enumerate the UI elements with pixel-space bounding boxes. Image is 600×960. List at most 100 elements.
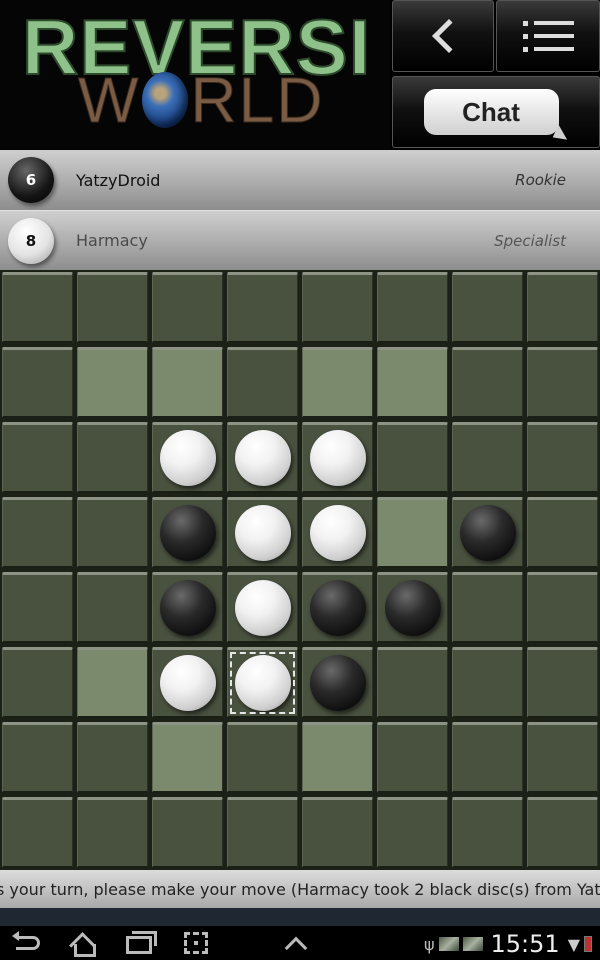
board-square-r5c4[interactable] [302, 647, 373, 718]
clock: 15:51 [490, 930, 560, 958]
menu-button[interactable] [496, 0, 600, 72]
board-square-r4c2[interactable] [152, 572, 223, 643]
board-square-r4c1[interactable] [77, 572, 148, 643]
board-square-r5c5[interactable] [377, 647, 448, 718]
board-square-r7c1[interactable] [77, 797, 148, 868]
white-score-disc: 8 [8, 217, 54, 264]
board-square-r7c7[interactable] [527, 797, 598, 868]
board-square-r5c7[interactable] [527, 647, 598, 718]
board-square-r0c6[interactable] [452, 272, 523, 343]
white-disc [234, 505, 291, 561]
board-square-r7c4[interactable] [302, 797, 373, 868]
black-disc [309, 655, 366, 711]
board-square-r2c2[interactable] [152, 422, 223, 493]
board-square-r7c5[interactable] [377, 797, 448, 868]
board-square-r2c4[interactable] [302, 422, 373, 493]
white-disc [159, 655, 216, 711]
board-square-r6c1[interactable] [77, 722, 148, 793]
board-square-r0c3[interactable] [227, 272, 298, 343]
app-header: REVERSI W RLD Chat [0, 0, 600, 150]
board-square-r0c1[interactable] [77, 272, 148, 343]
board-square-r6c5[interactable] [377, 722, 448, 793]
board-square-r1c2[interactable] [152, 347, 223, 418]
board-square-r5c6[interactable] [452, 647, 523, 718]
nav-expand-button[interactable] [284, 932, 308, 960]
board-square-r3c6[interactable] [452, 497, 523, 568]
board-square-r6c7[interactable] [527, 722, 598, 793]
board-square-r1c0[interactable] [2, 347, 73, 418]
black-player-name: YatzyDroid [76, 170, 161, 190]
board-square-r4c7[interactable] [527, 572, 598, 643]
white-score: 8 [25, 231, 37, 250]
nav-recent-apps-button[interactable] [126, 931, 157, 954]
board-square-r2c3[interactable] [227, 422, 298, 493]
board-square-r1c1[interactable] [77, 347, 148, 418]
board-square-r6c0[interactable] [2, 722, 73, 793]
black-disc [459, 505, 516, 561]
reversi-world-logo: REVERSI W RLD [0, 0, 390, 150]
status-area[interactable]: ψ 15:51 ▼ [424, 930, 592, 958]
board-square-r6c4[interactable] [302, 722, 373, 793]
logo-letters-rld: RLD [190, 64, 325, 136]
board-square-r0c5[interactable] [377, 272, 448, 343]
board-square-r2c1[interactable] [77, 422, 148, 493]
board-square-r2c0[interactable] [2, 422, 73, 493]
board-square-r0c4[interactable] [302, 272, 373, 343]
globe-icon [142, 72, 189, 128]
logo-letter-w: W [77, 64, 141, 136]
board-square-r3c5[interactable] [377, 497, 448, 568]
black-score: 6 [25, 171, 37, 189]
board-square-r1c4[interactable] [302, 347, 373, 418]
usb-icon: ψ [423, 934, 435, 954]
board-square-r2c5[interactable] [377, 422, 448, 493]
board-square-r7c3[interactable] [227, 797, 298, 868]
nav-screenshot-button[interactable] [184, 932, 208, 954]
board-square-r4c3[interactable] [227, 572, 298, 643]
board-square-r1c7[interactable] [527, 347, 598, 418]
board-square-r3c0[interactable] [2, 497, 73, 568]
recent-apps-icon [126, 931, 157, 954]
expand-up-icon [284, 936, 308, 960]
board-square-r1c5[interactable] [377, 347, 448, 418]
back-button[interactable] [392, 0, 494, 72]
board-square-r6c6[interactable] [452, 722, 523, 793]
board-square-r3c7[interactable] [527, 497, 598, 568]
board-square-r2c6[interactable] [452, 422, 523, 493]
board-square-r7c0[interactable] [2, 797, 73, 868]
back-icon [12, 931, 40, 950]
board-square-r4c6[interactable] [452, 572, 523, 643]
board-square-r6c3[interactable] [227, 722, 298, 793]
black-disc [309, 580, 366, 636]
board-square-r0c0[interactable] [2, 272, 73, 343]
chat-button[interactable]: Chat [392, 76, 600, 148]
board-square-r7c6[interactable] [452, 797, 523, 868]
nav-home-button[interactable] [68, 932, 96, 957]
board-square-r4c5[interactable] [377, 572, 448, 643]
board-square-r3c2[interactable] [152, 497, 223, 568]
board-square-r5c2[interactable] [152, 647, 223, 718]
board-square-r4c4[interactable] [302, 572, 373, 643]
nav-back-button[interactable] [12, 931, 40, 950]
board-square-r3c3[interactable] [227, 497, 298, 568]
status-message-bar: s your turn, please make your move (Harm… [0, 870, 600, 908]
board-square-r4c0[interactable] [2, 572, 73, 643]
white-disc [234, 580, 291, 636]
board-square-r3c1[interactable] [77, 497, 148, 568]
board-square-r1c3[interactable] [227, 347, 298, 418]
board-square-r6c2[interactable] [152, 722, 223, 793]
divider-strip [0, 908, 600, 926]
board-square-r0c7[interactable] [527, 272, 598, 343]
screenshot-icon [184, 932, 208, 954]
board-square-r2c7[interactable] [527, 422, 598, 493]
home-icon [68, 932, 96, 957]
board-square-r0c2[interactable] [152, 272, 223, 343]
player-row-black: 6 YatzyDroid Rookie [0, 150, 600, 210]
board-square-last-move-r5c3[interactable] [227, 647, 298, 718]
board-square-r1c6[interactable] [452, 347, 523, 418]
board-square-r7c2[interactable] [152, 797, 223, 868]
wifi-icon: ▼ [567, 934, 580, 954]
board-square-r5c1[interactable] [77, 647, 148, 718]
board-square-r5c0[interactable] [2, 647, 73, 718]
board-square-r3c4[interactable] [302, 497, 373, 568]
white-player-name: Harmacy [76, 231, 148, 250]
